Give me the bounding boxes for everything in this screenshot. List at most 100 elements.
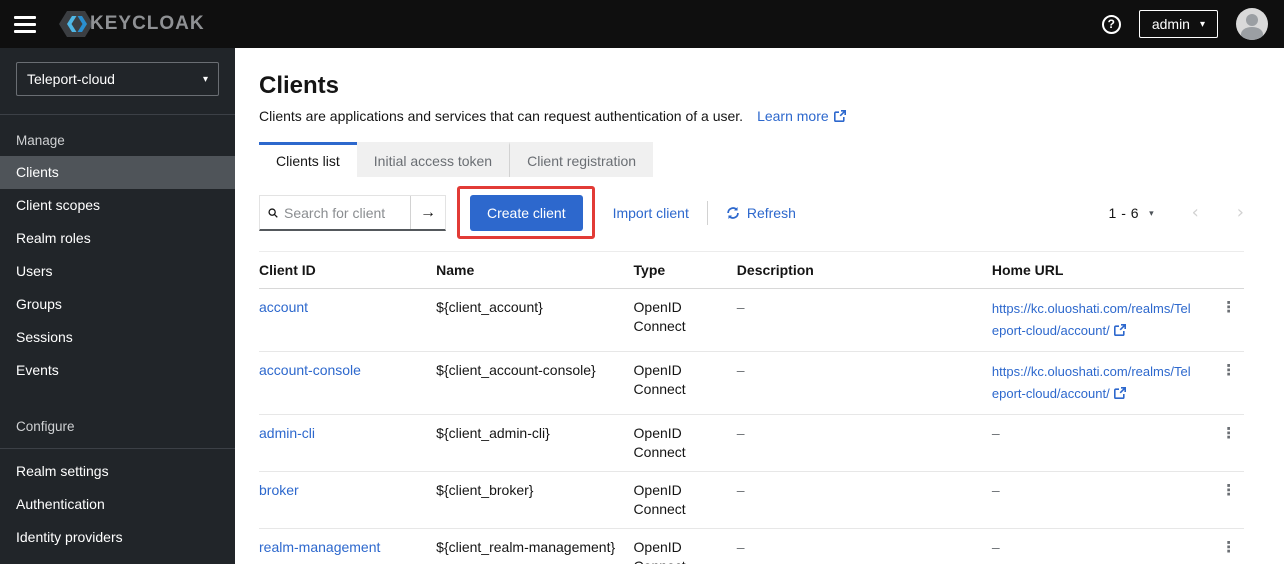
- pagination-range: 1 - 6: [1108, 205, 1140, 221]
- table-row: broker ${client_broker} OpenID Connect –…: [259, 471, 1244, 529]
- pagination-prev-icon[interactable]: ‹: [1192, 204, 1199, 222]
- external-link-icon: [1113, 387, 1126, 399]
- realm-selector-dropdown[interactable]: Teleport-cloud ▾: [16, 62, 219, 96]
- refresh-button[interactable]: Refresh: [726, 205, 796, 221]
- column-header-name[interactable]: Name: [436, 251, 634, 289]
- tab-initial-access-token[interactable]: Initial access token: [356, 142, 510, 177]
- main-content: Clients Clients are applications and ser…: [235, 48, 1284, 564]
- page-description: Clients are applications and services th…: [259, 108, 744, 124]
- search-submit-button[interactable]: →: [410, 196, 445, 229]
- section-label: Manage: [16, 133, 65, 148]
- client-type: OpenID Connect: [633, 528, 737, 564]
- home-url-empty: –: [991, 539, 1000, 555]
- client-description: –: [736, 528, 992, 564]
- table-row: admin-cli ${client_admin-cli} OpenID Con…: [259, 414, 1244, 472]
- table-row: account-console ${client_account-console…: [259, 351, 1244, 415]
- brand-text: KEYCLOAK: [90, 13, 205, 34]
- kebab-menu-button[interactable]: ⋮: [1221, 362, 1236, 379]
- user-name: admin: [1151, 16, 1190, 32]
- hamburger-menu-icon[interactable]: [14, 15, 36, 33]
- client-id-link[interactable]: admin-cli: [259, 425, 315, 441]
- client-name: ${client_account}: [436, 288, 634, 352]
- client-name: ${client_realm-management}: [436, 528, 634, 564]
- sidebar-item-clients[interactable]: Clients: [0, 156, 235, 189]
- search-input[interactable]: [284, 204, 402, 221]
- home-url-link[interactable]: https://kc.oluoshati.com/realms/Teleport…: [992, 361, 1202, 405]
- toolbar: → Create client Import client Refresh 1 …: [259, 186, 1244, 239]
- masthead: KEYCLOAK ? admin ▾: [0, 0, 1284, 48]
- client-type: OpenID Connect: [633, 351, 737, 415]
- sidebar-item-sessions[interactable]: Sessions: [0, 321, 235, 354]
- tab-bar: Clients list Initial access token Client…: [259, 142, 1244, 177]
- home-url-link[interactable]: https://kc.oluoshati.com/realms/Teleport…: [992, 298, 1202, 342]
- clients-table: Client ID Name Type Description Home URL…: [259, 251, 1244, 564]
- sidebar-item-authentication[interactable]: Authentication: [0, 488, 235, 521]
- client-description: –: [736, 351, 992, 415]
- sidebar-item-users[interactable]: Users: [0, 255, 235, 288]
- sidebar-item-groups[interactable]: Groups: [0, 288, 235, 321]
- create-client-button[interactable]: Create client: [470, 195, 583, 231]
- chevron-down-icon: ▾: [202, 73, 208, 85]
- kebab-menu-button[interactable]: ⋮: [1221, 482, 1236, 499]
- client-description: –: [736, 288, 992, 352]
- column-header-home-url[interactable]: Home URL: [991, 251, 1214, 289]
- tab-client-registration[interactable]: Client registration: [509, 142, 654, 177]
- client-id-link[interactable]: realm-management: [259, 539, 380, 555]
- sidebar-item-label: Identity providers: [16, 529, 123, 545]
- client-type: OpenID Connect: [633, 288, 737, 352]
- search-group: →: [259, 195, 446, 231]
- sidebar-item-label: Realm roles: [16, 230, 91, 246]
- page-title: Clients: [259, 72, 340, 99]
- realm-name: Teleport-cloud: [27, 71, 115, 87]
- sidebar: Teleport-cloud ▾ Manage Clients Client s…: [0, 48, 235, 564]
- toolbar-divider: [706, 201, 708, 225]
- sidebar-item-label: Sessions: [16, 329, 73, 345]
- learn-more-link[interactable]: Learn more: [757, 108, 846, 124]
- pagination-next-icon[interactable]: ›: [1237, 204, 1244, 222]
- client-id-link[interactable]: account: [259, 299, 308, 315]
- sidebar-item-label: Users: [16, 263, 53, 279]
- sidebar-item-label: Client scopes: [16, 197, 101, 213]
- client-description: –: [736, 414, 992, 472]
- client-id-link[interactable]: broker: [259, 482, 299, 498]
- sidebar-item-client-scopes[interactable]: Client scopes: [0, 189, 235, 222]
- client-type: OpenID Connect: [633, 471, 737, 529]
- tab-clients-list[interactable]: Clients list: [259, 142, 357, 177]
- sidebar-item-realm-roles[interactable]: Realm roles: [0, 222, 235, 255]
- client-id-link[interactable]: account-console: [259, 362, 361, 378]
- pagination-dropdown-caret-icon[interactable]: ▾: [1149, 208, 1154, 219]
- sidebar-item-label: Realm settings: [16, 463, 109, 479]
- column-header-description[interactable]: Description: [736, 251, 992, 289]
- chevron-down-icon: ▾: [1199, 18, 1205, 30]
- keycloak-logo: KEYCLOAK: [56, 7, 205, 41]
- client-name: ${client_broker}: [436, 471, 634, 529]
- sidebar-item-identity-providers[interactable]: Identity providers: [0, 521, 235, 554]
- kebab-menu-button[interactable]: ⋮: [1221, 539, 1236, 556]
- kebab-menu-button[interactable]: ⋮: [1221, 425, 1236, 442]
- sidebar-item-events[interactable]: Events: [0, 354, 235, 387]
- table-row: realm-management ${client_realm-manageme…: [259, 528, 1244, 564]
- table-row: account ${client_account} OpenID Connect…: [259, 288, 1244, 352]
- sidebar-section-manage: Manage Clients Client scopes Realm roles…: [0, 127, 235, 387]
- user-menu-dropdown[interactable]: admin ▾: [1138, 10, 1218, 38]
- client-name: ${client_admin-cli}: [436, 414, 634, 472]
- sidebar-item-label: Events: [16, 362, 59, 378]
- column-header-client-id[interactable]: Client ID: [259, 251, 437, 289]
- kebab-menu-button[interactable]: ⋮: [1221, 299, 1236, 316]
- pagination-top: 1 - 6 ▾ ‹ ›: [1109, 204, 1244, 222]
- external-link-icon: [1113, 324, 1126, 336]
- sidebar-item-label: Authentication: [16, 496, 105, 512]
- sidebar-section-configure: Configure Realm settings Authentication …: [0, 413, 235, 554]
- help-icon[interactable]: ?: [1101, 14, 1121, 34]
- refresh-icon: [727, 207, 739, 219]
- external-link-icon: [833, 110, 846, 122]
- home-url-empty: –: [991, 425, 1000, 441]
- import-client-link[interactable]: Import client: [613, 205, 689, 221]
- sidebar-item-realm-settings[interactable]: Realm settings: [0, 455, 235, 488]
- column-header-type[interactable]: Type: [633, 251, 737, 289]
- section-label: Configure: [16, 419, 75, 434]
- column-header-actions: [1213, 251, 1244, 289]
- avatar[interactable]: [1236, 8, 1268, 40]
- search-icon: [268, 207, 278, 218]
- client-description: –: [736, 471, 992, 529]
